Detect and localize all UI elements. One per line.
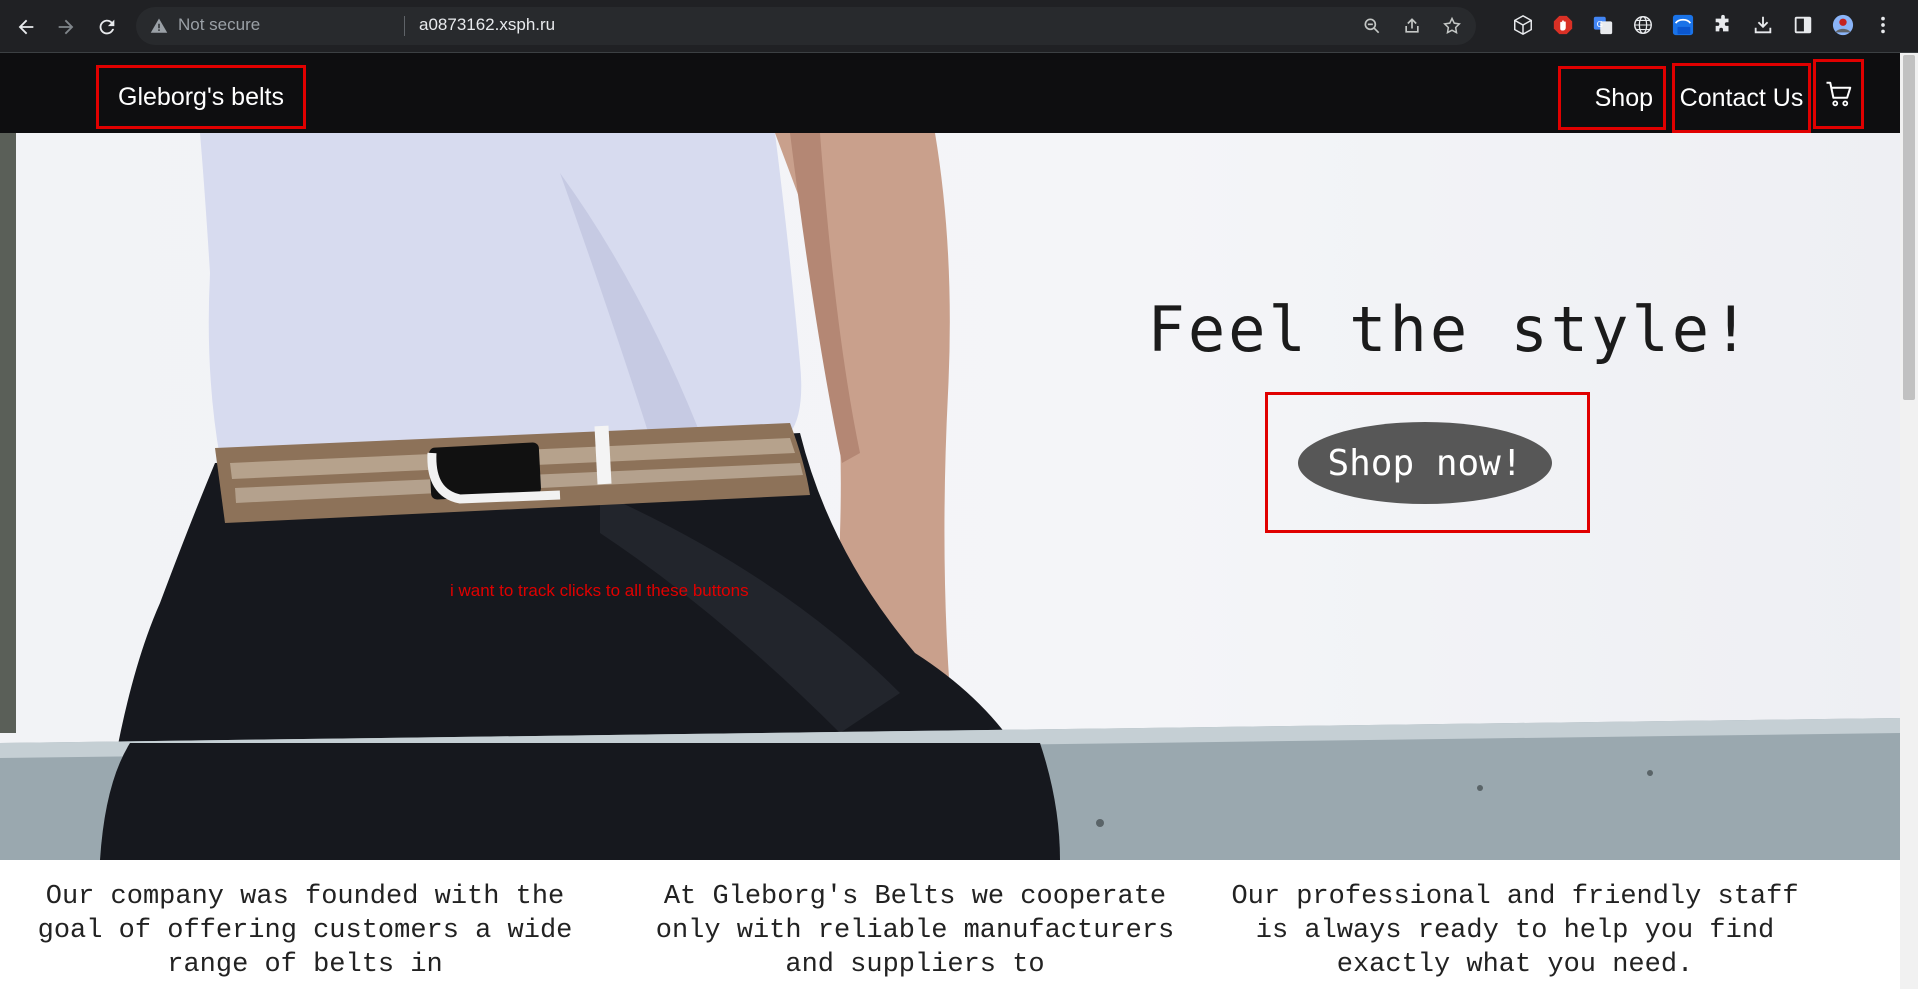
cart-button[interactable] xyxy=(1813,59,1864,129)
brand-logo-link[interactable]: Gleborg's belts xyxy=(96,65,306,129)
brand-text: Gleborg's belts xyxy=(118,82,284,111)
extensions-puzzle-icon[interactable] xyxy=(1710,12,1736,38)
download-icon[interactable] xyxy=(1750,12,1776,38)
profile-avatar-icon[interactable] xyxy=(1830,12,1856,38)
reload-icon[interactable] xyxy=(93,13,121,41)
forward-icon[interactable] xyxy=(52,13,80,41)
page-scrollbar[interactable] xyxy=(1900,53,1918,989)
menu-kebab-icon[interactable] xyxy=(1870,12,1896,38)
scrollbar-thumb[interactable] xyxy=(1903,55,1915,400)
hero-photo-man-with-belt xyxy=(0,133,1900,860)
omnibox-separator xyxy=(404,16,405,36)
about-column-3: Our professional and friendly staff is a… xyxy=(1231,882,1799,980)
cart-icon xyxy=(1826,81,1851,107)
nav-contact-link[interactable]: Contact Us xyxy=(1672,63,1811,133)
nav-shop-link[interactable]: Shop xyxy=(1558,66,1666,130)
tracking-annotation: i want to track clicks to all these butt… xyxy=(450,581,749,600)
nav-shop-label: Shop xyxy=(1594,83,1653,112)
hero-banner: Feel the style! Shop now! i want to trac… xyxy=(0,133,1900,860)
zoom-icon[interactable] xyxy=(1362,16,1382,36)
browser-toolbar: Not secure a0873162.xsph.ru G xyxy=(0,0,1918,53)
vpn-on-extension-icon[interactable] xyxy=(1670,12,1696,38)
bookmark-star-icon[interactable] xyxy=(1442,16,1462,36)
adblock-extension-icon[interactable] xyxy=(1550,12,1576,38)
warning-icon xyxy=(150,18,168,33)
site-header: Gleborg's belts Shop Contact Us xyxy=(0,53,1900,133)
side-panel-icon[interactable] xyxy=(1790,12,1816,38)
back-icon[interactable] xyxy=(12,13,40,41)
hero-title: Feel the style! xyxy=(1147,293,1753,366)
url-text[interactable]: a0873162.xsph.ru xyxy=(419,15,555,35)
share-icon[interactable] xyxy=(1402,16,1422,36)
cta-highlight-box: Shop now! xyxy=(1265,392,1590,533)
svg-text:G: G xyxy=(1597,19,1603,29)
address-bar[interactable]: Not secure a0873162.xsph.ru xyxy=(136,7,1476,45)
security-label: Not secure xyxy=(178,15,261,34)
translate-extension-icon[interactable]: G xyxy=(1590,12,1616,38)
about-column-2: At Gleborg's Belts we cooperate only wit… xyxy=(655,882,1175,980)
shop-now-button[interactable]: Shop now! xyxy=(1298,422,1552,504)
globe-extension-icon[interactable] xyxy=(1630,12,1656,38)
cube-extension-icon[interactable] xyxy=(1510,12,1536,38)
about-column-1: Our company was founded with the goal of… xyxy=(37,882,573,980)
nav-contact-label: Contact Us xyxy=(1679,83,1804,112)
about-section: Our company was founded with the goal of… xyxy=(0,860,1900,989)
